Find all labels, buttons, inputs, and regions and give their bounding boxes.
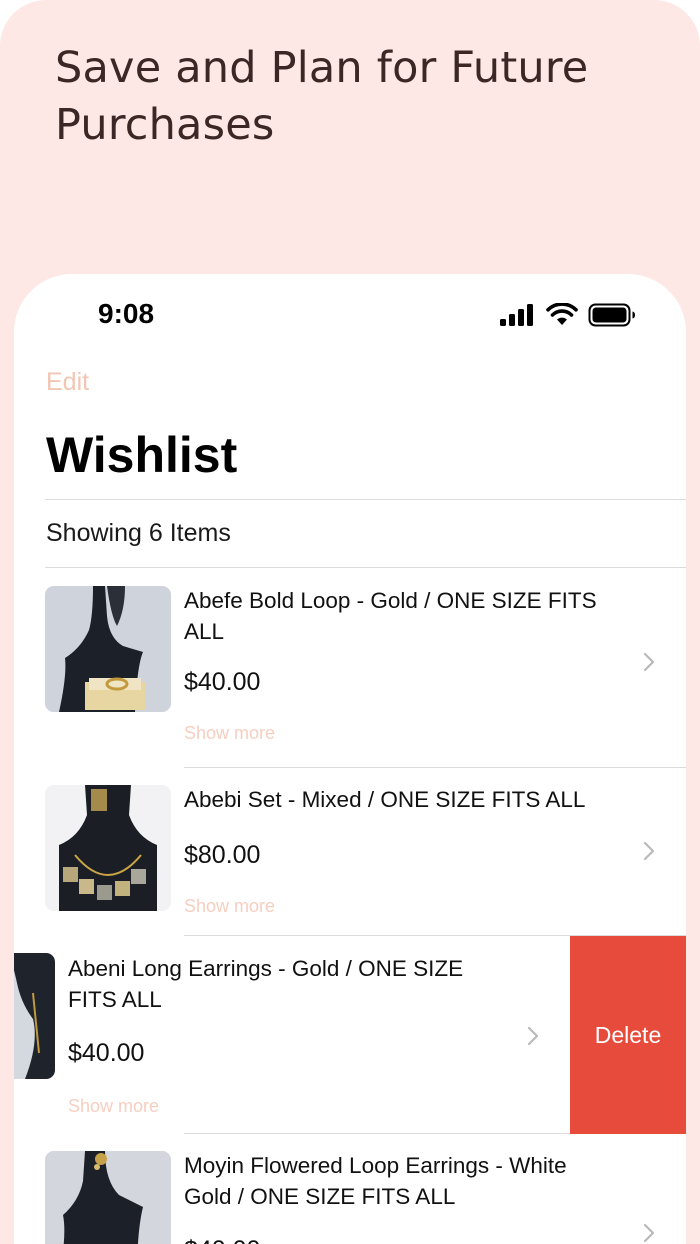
product-image [45, 785, 171, 911]
promo-background: Save and Plan for Future Purchases 9:08 [0, 0, 700, 1244]
chevron-right-icon[interactable] [526, 1025, 540, 1047]
show-more-link[interactable]: Show more [184, 723, 275, 744]
item-count: Showing 6 Items [46, 519, 231, 547]
battery-icon [588, 303, 635, 327]
wishlist-item[interactable]: Abefe Bold Loop - Gold / ONE SIZE FITS A… [14, 568, 686, 767]
earrings-bust-image [45, 1151, 171, 1244]
chevron-right-icon[interactable] [642, 651, 656, 673]
chevron-right-icon[interactable] [642, 1222, 656, 1244]
item-price: $40.00 [184, 668, 261, 696]
item-title: Abeni Long Earrings - Gold / ONE SIZE FI… [68, 956, 464, 1012]
show-more-link[interactable]: Show more [68, 1096, 159, 1117]
wishlist-item[interactable]: Abebi Set - Mixed / ONE SIZE FITS ALL $8… [14, 768, 686, 935]
show-more-link[interactable]: Show more [184, 896, 275, 917]
chevron-right-icon[interactable] [642, 840, 656, 862]
necklace-bust-image [45, 586, 171, 712]
status-bar: 9:08 [14, 274, 686, 354]
earrings-bust-image [14, 953, 55, 1079]
edit-button[interactable]: Edit [46, 368, 89, 397]
promo-headline: Save and Plan for Future Purchases [55, 43, 589, 150]
wishlist-item[interactable]: Moyin Flowered Loop Earrings - White Gol… [14, 1134, 686, 1244]
item-price: $40.00 [68, 1039, 145, 1067]
status-icons [500, 302, 636, 328]
item-price: $40.00 [184, 1236, 260, 1244]
page-title: Wishlist [46, 427, 238, 483]
status-time: 9:08 [98, 298, 155, 329]
item-title: Abefe Bold Loop - Gold / ONE SIZE FITS A… [184, 588, 597, 644]
title-divider [45, 499, 686, 500]
item-title: Abebi Set - Mixed / ONE SIZE FITS ALL [184, 787, 586, 812]
product-image [45, 586, 171, 712]
wifi-icon [546, 303, 578, 325]
product-image [45, 1151, 171, 1244]
necklace-set-image [45, 785, 171, 911]
product-image [14, 953, 55, 1079]
cellular-signal-icon [500, 304, 533, 326]
item-price: $80.00 [184, 841, 261, 869]
wishlist-item-swiped[interactable]: Abeni Long Earrings - Gold / ONE SIZE FI… [14, 936, 570, 1134]
item-title: Moyin Flowered Loop Earrings - White Gol… [184, 1153, 567, 1209]
delete-button[interactable]: Delete [570, 936, 686, 1134]
phone-screen: 9:08 Edit Wishlist Showing 6 Items Abefe… [14, 274, 686, 1244]
